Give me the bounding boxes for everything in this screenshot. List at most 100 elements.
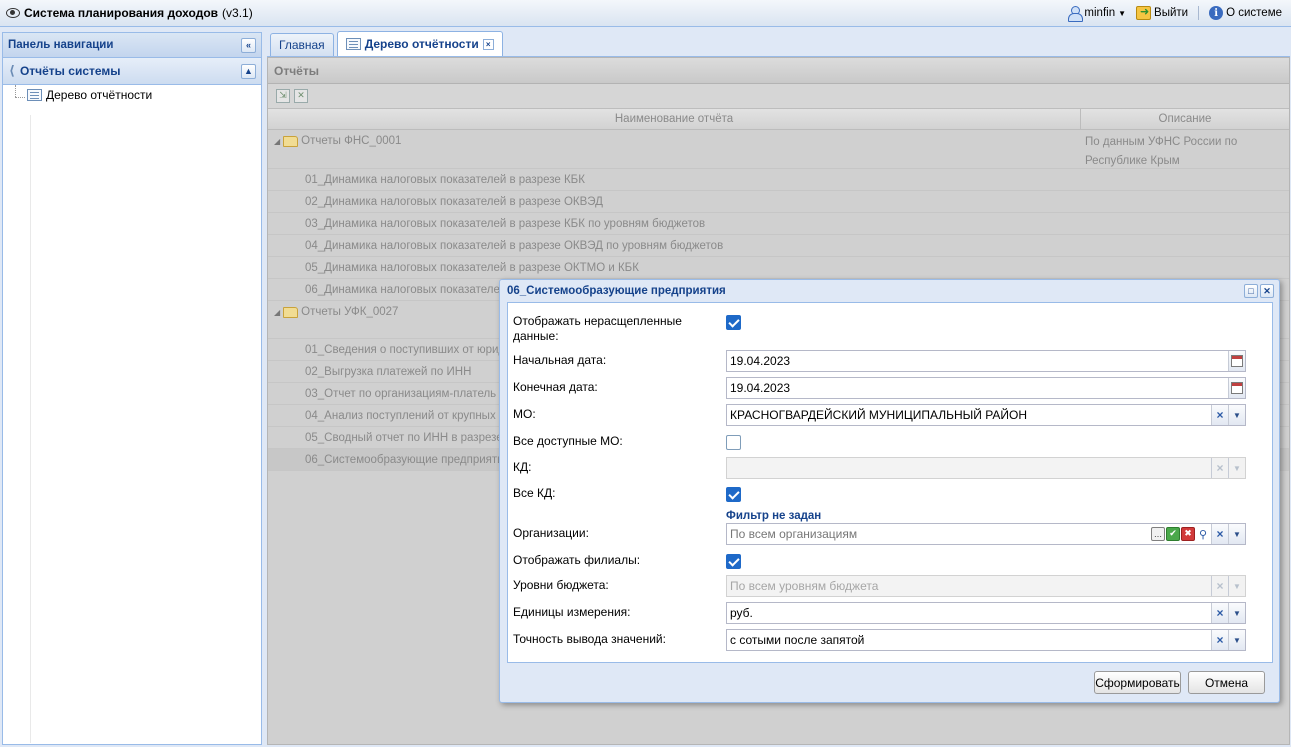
units-combobox[interactable]: руб. × ▼ <box>726 602 1246 624</box>
app-title-area: Система планирования доходов (v3.1) <box>6 6 253 20</box>
table-row[interactable]: 04_Динамика налоговых показателей в разр… <box>268 235 1289 257</box>
show-unsplit-checkbox[interactable] <box>726 315 741 330</box>
search-icon[interactable]: ⚲ <box>1196 527 1210 541</box>
clear-icon[interactable]: × <box>1211 458 1228 478</box>
folder-icon <box>283 307 299 318</box>
tree-line <box>15 85 16 97</box>
excel-icon[interactable]: ✕ <box>294 89 308 103</box>
export-icon[interactable]: ⇲ <box>276 89 290 103</box>
end-date-value: 19.04.2023 <box>730 381 791 395</box>
cell-description: По данным УФНС России по Республике Крым <box>1085 136 1238 167</box>
start-date-value: 19.04.2023 <box>730 354 791 368</box>
clear-icon[interactable]: × <box>1211 405 1228 425</box>
clear-icon[interactable]: × <box>1211 603 1228 623</box>
top-actions: minfin ▼ Выйти i О системе <box>1065 4 1285 22</box>
budget-levels-combobox[interactable]: По всем уровням бюджета × ▼ <box>726 575 1246 597</box>
cancel-button[interactable]: Отмена <box>1188 671 1265 694</box>
calendar-icon[interactable] <box>1228 351 1245 371</box>
user-icon <box>1068 6 1084 22</box>
table-row[interactable]: 05_Динамика налоговых показателей в разр… <box>268 257 1289 279</box>
logout-button[interactable]: Выйти <box>1133 4 1191 22</box>
mo-label: МО: <box>513 407 536 421</box>
chevron-down-icon[interactable]: ▼ <box>1228 524 1245 544</box>
tab-home[interactable]: Главная <box>270 33 334 56</box>
start-date-field[interactable]: 19.04.2023 <box>726 350 1246 372</box>
user-menu-button[interactable]: minfin ▼ <box>1065 4 1129 22</box>
cell-name: 01_Динамика налоговых показателей в разр… <box>305 174 585 186</box>
tree-line <box>15 97 25 98</box>
table-row-group[interactable]: ◢ Отчеты ФНС_0001 По данным УФНС России … <box>268 130 1289 169</box>
delete-icon[interactable]: ✖ <box>1181 527 1195 541</box>
chevron-down-icon[interactable]: ▼ <box>1228 630 1245 650</box>
tab-bar: Главная Дерево отчётности × <box>267 31 1290 57</box>
about-label: О системе <box>1226 7 1282 19</box>
generate-button[interactable]: Сформировать <box>1094 671 1181 694</box>
precision-value: с сотыми после запятой <box>730 633 865 647</box>
tab-report-tree[interactable]: Дерево отчётности × <box>336 31 503 56</box>
show-unsplit-label: Отображать нерасщепленные данные: <box>513 314 682 343</box>
chevron-down-icon[interactable]: ▼ <box>1228 576 1245 596</box>
group-label: Отчеты УФК_0027 <box>301 306 399 318</box>
mo-combobox[interactable]: КРАСНОГВАРДЕЙСКИЙ МУНИЦИПАЛЬНЫЙ РАЙОН × … <box>726 404 1246 426</box>
expand-icon[interactable]: ◢ <box>274 137 280 146</box>
about-button[interactable]: i О системе <box>1206 4 1285 22</box>
tab-label: Главная <box>279 38 325 52</box>
chevron-down-icon[interactable]: ▼ <box>1228 458 1245 478</box>
all-kd-checkbox[interactable] <box>726 487 741 502</box>
group-label: Отчеты ФНС_0001 <box>301 135 402 147</box>
precision-combobox[interactable]: с сотыми после запятой × ▼ <box>726 629 1246 651</box>
table-row[interactable]: 01_Динамика налоговых показателей в разр… <box>268 169 1289 191</box>
column-header-name[interactable]: Наименование отчёта <box>268 109 1081 129</box>
table-row[interactable]: 03_Динамика налоговых показателей в разр… <box>268 213 1289 235</box>
end-date-field[interactable]: 19.04.2023 <box>726 377 1246 399</box>
cell-name: 04_Динамика налоговых показателей в разр… <box>305 240 724 252</box>
clear-icon[interactable]: × <box>1211 576 1228 596</box>
close-tab-icon[interactable]: × <box>482 38 494 50</box>
organizations-field[interactable]: По всем организациям … ✔ ✖ ⚲ × ▼ <box>726 523 1246 545</box>
chevron-down-icon[interactable]: ▼ <box>1228 405 1245 425</box>
tree-icon: ⟨ <box>9 63 15 79</box>
end-date-label: Конечная дата: <box>513 380 598 394</box>
navigation-panel: Панель навигации « ⟨ Отчёты системы ▲ Де… <box>2 32 262 745</box>
budget-levels-placeholder: По всем уровням бюджета <box>730 579 879 593</box>
expand-icon[interactable]: ◢ <box>274 308 280 317</box>
clear-icon[interactable]: × <box>1211 524 1228 544</box>
maximize-icon[interactable]: □ <box>1244 284 1258 298</box>
collapse-panel-button[interactable]: « <box>241 37 256 53</box>
kd-combobox[interactable]: × ▼ <box>726 457 1246 479</box>
organizations-label: Организации: <box>513 526 589 540</box>
show-branches-checkbox[interactable] <box>726 554 741 569</box>
reports-section-header[interactable]: ⟨ Отчёты системы ▲ <box>3 58 261 85</box>
eye-icon <box>6 8 20 18</box>
calendar-icon[interactable] <box>1228 378 1245 398</box>
check-icon[interactable]: ✔ <box>1166 527 1180 541</box>
budget-levels-label: Уровни бюджета: <box>513 578 609 592</box>
reports-section-title-area: ⟨ Отчёты системы <box>9 64 121 79</box>
cell-description <box>1081 191 1289 212</box>
cell-name: 03_Динамика налоговых показателей в разр… <box>305 218 706 230</box>
all-mo-checkbox[interactable] <box>726 435 741 450</box>
navigation-tree: Дерево отчётности <box>3 85 261 743</box>
navigation-panel-title: Панель навигации <box>8 39 114 51</box>
collapse-section-button[interactable]: ▲ <box>241 63 256 79</box>
folder-icon <box>283 136 299 147</box>
kd-label: КД: <box>513 460 532 474</box>
document-icon <box>27 89 42 101</box>
ellipsis-icon[interactable]: … <box>1151 527 1165 541</box>
dialog-tools: □ ✕ <box>1244 284 1274 298</box>
chevron-down-icon[interactable]: ▼ <box>1228 603 1245 623</box>
column-header-description[interactable]: Описание <box>1081 109 1289 129</box>
cell-description <box>1081 213 1289 234</box>
cell-description <box>1081 169 1289 190</box>
table-row[interactable]: 02_Динамика налоговых показателей в разр… <box>268 191 1289 213</box>
sidebar-item-report-tree[interactable]: Дерево отчётности <box>27 88 152 102</box>
logout-label: Выйти <box>1154 7 1189 19</box>
app-version: (v3.1) <box>222 6 253 20</box>
top-bar: Система планирования доходов (v3.1) minf… <box>0 0 1291 27</box>
dialog-header[interactable]: 06_Системообразующие предприятия □ ✕ <box>500 280 1279 302</box>
all-kd-label: Все КД: <box>513 486 556 500</box>
precision-label: Точность вывода значений: <box>513 632 666 646</box>
clear-icon[interactable]: × <box>1211 630 1228 650</box>
app-title: Система планирования доходов <box>24 6 219 20</box>
close-icon[interactable]: ✕ <box>1260 284 1274 298</box>
